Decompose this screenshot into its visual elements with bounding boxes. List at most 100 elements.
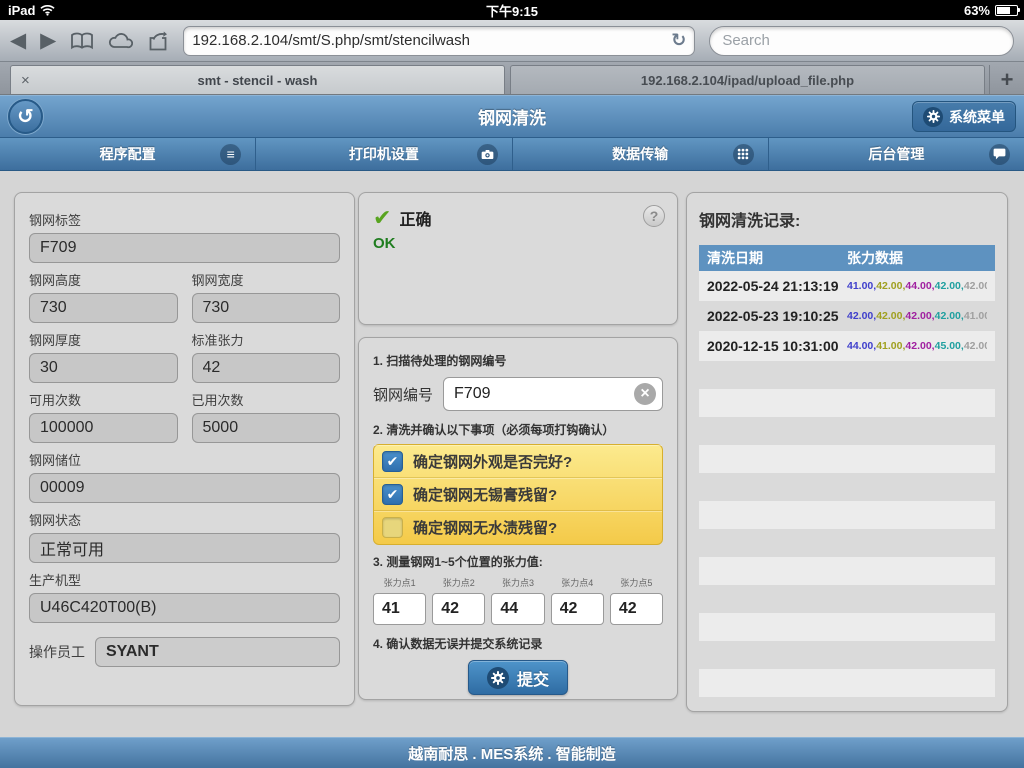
used-count-field[interactable] <box>192 413 341 443</box>
checkbox[interactable]: ✔ <box>382 484 403 505</box>
record-row-empty <box>699 585 995 613</box>
safari-toolbar: ◀ ▶ ↻ <box>0 20 1024 62</box>
tension-point-label: 张力点1 <box>373 576 426 589</box>
record-row[interactable]: 2022-05-23 19:10:25 42.00,42.00,42.00,42… <box>699 301 995 331</box>
record-row-empty <box>699 557 995 585</box>
ipad-status-bar: iPad 下午9:15 63% <box>0 0 1024 20</box>
battery-icon <box>995 5 1018 16</box>
record-row-empty <box>699 389 995 417</box>
record-row-empty <box>699 473 995 501</box>
record-row-empty <box>699 417 995 445</box>
tension-inputs: 张力点1 张力点2 张力点3 张力点4 张力点5 <box>373 576 663 625</box>
tension-input-1[interactable] <box>373 593 426 625</box>
storage-slot-field[interactable] <box>29 473 340 503</box>
tab-upload-file[interactable]: 192.168.2.104/ipad/upload_file.php <box>510 65 985 94</box>
nav-item-admin[interactable]: 后台管理 <box>768 138 1024 170</box>
new-tab-button[interactable]: + <box>989 65 1024 94</box>
stencil-tag-field[interactable] <box>29 233 340 263</box>
back-button[interactable]: ◀ <box>10 30 26 51</box>
machine-model-field[interactable] <box>29 593 340 623</box>
app-footer: 越南耐思 . MES系统 . 智能制造 <box>0 737 1024 768</box>
field-label: 钢网状态 <box>29 510 340 529</box>
tension-point-label: 张力点2 <box>432 576 485 589</box>
records-title: 钢网清洗记录: <box>699 207 995 231</box>
field-label: 钢网厚度 <box>29 330 178 349</box>
url-input[interactable] <box>192 32 671 49</box>
wash-records-panel: 钢网清洗记录: 清洗日期 张力数据 2022-05-24 21:13:19 41… <box>686 192 1008 712</box>
tension-values: 44.00,41.00,42.00,45.00,42.00, <box>847 340 987 352</box>
submit-button[interactable]: 提交 <box>468 660 568 695</box>
record-row-empty <box>699 361 995 389</box>
system-menu-label: 系统菜单 <box>949 107 1005 127</box>
search-bar[interactable] <box>709 26 1014 56</box>
field-label: 生产机型 <box>29 570 340 589</box>
field-label: 已用次数 <box>192 390 341 409</box>
operator-field[interactable] <box>95 637 340 667</box>
tension-input-5[interactable] <box>610 593 663 625</box>
help-icon[interactable]: ? <box>643 205 665 227</box>
column-header-date: 清洗日期 <box>707 248 847 268</box>
footer-text: 越南耐思 . MES系统 . 智能制造 <box>408 743 616 764</box>
stencil-thickness-field[interactable] <box>29 353 178 383</box>
tension-input-2[interactable] <box>432 593 485 625</box>
record-row-empty <box>699 501 995 529</box>
grid-icon <box>733 144 754 165</box>
clear-input-icon[interactable]: × <box>634 383 656 405</box>
field-label: 可用次数 <box>29 390 178 409</box>
records-table: 2022-05-24 21:13:19 41.00,42.00,44.00,42… <box>699 271 995 697</box>
scan-result-panel: ✔ 正确 OK ? <box>358 192 678 325</box>
scan-result-detail: OK <box>373 235 663 252</box>
tab-title: smt - stencil - wash <box>198 73 318 88</box>
stencil-info-panel: 钢网标签 钢网高度 钢网宽度 钢网厚度 标准张力 可用次 <box>14 192 355 706</box>
submit-label: 提交 <box>517 666 549 690</box>
app-header: ↺ 钢网清洗 系统菜单 <box>0 95 1024 138</box>
tension-point-label: 张力点4 <box>551 576 604 589</box>
tension-input-3[interactable] <box>491 593 544 625</box>
nav-item-program-config[interactable]: 程序配置 ≡ <box>0 138 255 170</box>
stencil-status-field[interactable] <box>29 533 340 563</box>
record-row[interactable]: 2022-05-24 21:13:19 41.00,42.00,44.00,42… <box>699 271 995 301</box>
field-label: 标准张力 <box>192 330 341 349</box>
records-header: 清洗日期 张力数据 <box>699 245 995 271</box>
record-row-empty <box>699 613 995 641</box>
url-bar[interactable]: ↻ <box>183 26 695 56</box>
record-row-empty <box>699 641 995 669</box>
record-row[interactable]: 2020-12-15 10:31:00 44.00,41.00,42.00,45… <box>699 331 995 361</box>
stencil-height-field[interactable] <box>29 293 178 323</box>
stencil-no-input[interactable] <box>443 377 663 411</box>
check-row-appearance[interactable]: ✔ 确定钢网外观是否完好? <box>374 445 662 478</box>
forward-button[interactable]: ▶ <box>40 30 56 51</box>
checkbox[interactable]: ✔ <box>382 451 403 472</box>
check-row-solder-paste[interactable]: ✔ 确定钢网无锡膏残留? <box>374 478 662 511</box>
field-label: 钢网标签 <box>29 210 340 229</box>
system-menu-button[interactable]: 系统菜单 <box>912 101 1016 132</box>
nav-item-data-transfer[interactable]: 数据传输 <box>512 138 768 170</box>
tension-point-label: 张力点3 <box>491 576 544 589</box>
tension-values: 42.00,42.00,42.00,42.00,41.00, <box>847 310 987 322</box>
bookmarks-icon[interactable] <box>70 32 94 50</box>
step2-label: 2. 清洗并确认以下事项（必须每项打钩确认） <box>373 421 663 438</box>
cloud-icon[interactable] <box>108 32 133 49</box>
camera-icon <box>477 144 498 165</box>
refresh-icon[interactable]: ↻ <box>671 30 686 51</box>
std-tension-field[interactable] <box>192 353 341 383</box>
tension-input-4[interactable] <box>551 593 604 625</box>
column-header-tension: 张力数据 <box>847 248 903 268</box>
checkbox[interactable]: ✔ <box>382 517 403 538</box>
nav-item-printer-settings[interactable]: 打印机设置 <box>255 138 511 170</box>
tab-stencil-wash[interactable]: × smt - stencil - wash <box>10 65 505 94</box>
check-row-water-stain[interactable]: ✔ 确定钢网无水渍残留? <box>374 511 662 544</box>
share-icon[interactable] <box>147 31 169 51</box>
tab-close-icon[interactable]: × <box>21 72 30 89</box>
field-label: 钢网宽度 <box>192 270 341 289</box>
tab-title: 192.168.2.104/ipad/upload_file.php <box>641 73 854 88</box>
stencil-no-label: 钢网编号 <box>373 384 433 405</box>
field-label: 钢网储位 <box>29 450 340 469</box>
search-input[interactable] <box>722 32 1001 49</box>
usable-count-field[interactable] <box>29 413 178 443</box>
scan-result-text: 正确 <box>399 206 431 230</box>
record-row-empty <box>699 669 995 697</box>
main-nav: 程序配置 ≡ 打印机设置 数据传输 后台管理 <box>0 138 1024 171</box>
clock: 下午9:15 <box>0 1 1024 20</box>
stencil-width-field[interactable] <box>192 293 341 323</box>
